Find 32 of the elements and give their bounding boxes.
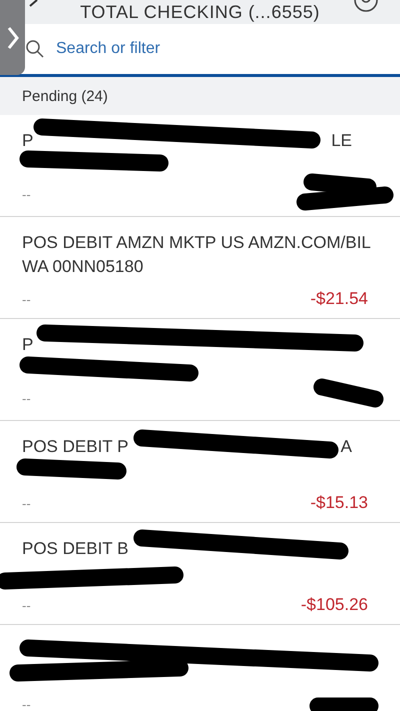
transaction-row[interactable]: P LE -- [0, 115, 400, 217]
transaction-date: -- [22, 391, 31, 406]
transaction-description: POS DEBIT AMZN MKTP US AMZN.COM/BIL [22, 232, 371, 254]
transaction-row[interactable]: P -- [0, 319, 400, 421]
transaction-date: -- [22, 292, 31, 306]
transaction-amount: -$15.13 [310, 493, 368, 513]
search-field[interactable]: Search or filter [56, 34, 376, 64]
chevron-right-icon [6, 26, 18, 50]
transaction-description: A [340, 436, 352, 458]
transaction-row[interactable]: POS DEBIT P A -- -$15.13 [0, 421, 400, 523]
search-icon [26, 40, 44, 58]
section-title: Pending (24) [22, 88, 108, 104]
transaction-row[interactable]: -- [0, 625, 400, 711]
transaction-amount: -$105.26 [300, 595, 368, 615]
account-title: TOTAL CHECKING (...6555) [80, 1, 320, 23]
transaction-amount: -$21.54 [310, 289, 368, 309]
transaction-row[interactable]: POS DEBIT AMZN MKTP US AMZN.COM/BIL WA 00NN05180 -- -$21.54 [0, 217, 400, 319]
transaction-description: POS DEBIT B [22, 538, 128, 560]
transaction-description: P [22, 334, 34, 356]
transaction-description: LE [331, 130, 352, 152]
transaction-date: -- [22, 598, 31, 612]
side-panel-tab[interactable] [0, 0, 25, 75]
profile-icon[interactable] [354, 0, 378, 12]
transaction-description: POS DEBIT P [22, 436, 128, 458]
transaction-date: -- [22, 187, 31, 202]
transaction-description: P [22, 130, 34, 152]
transaction-date: -- [22, 697, 31, 711]
redaction-mark [310, 698, 378, 711]
transaction-date: -- [22, 496, 31, 510]
transaction-description: WA 00NN05180 [22, 256, 144, 278]
redaction-mark [314, 378, 384, 408]
transaction-row[interactable]: POS DEBIT B -- -$105.26 [0, 523, 400, 625]
